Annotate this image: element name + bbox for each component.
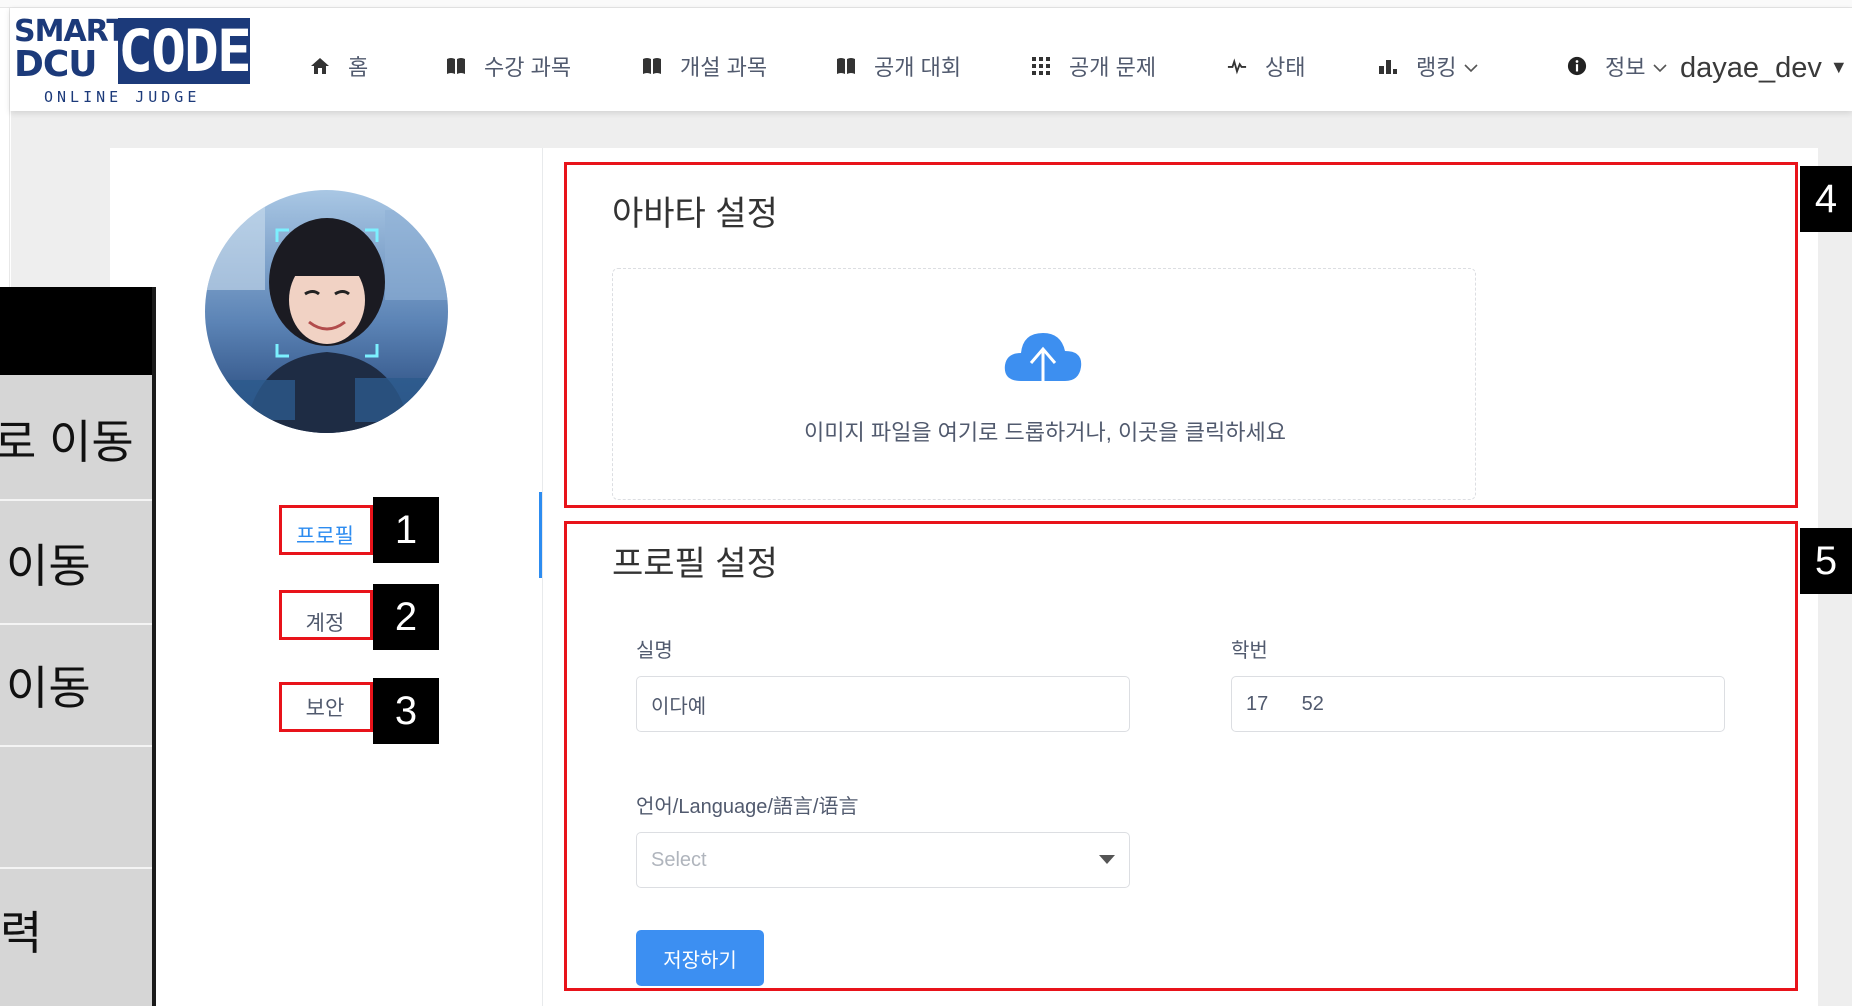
nav-home-label: 홈 <box>348 55 369 80</box>
nav-home[interactable]: 홈 <box>310 48 368 84</box>
annotation-box-account <box>279 590 373 640</box>
window-top-edge <box>0 0 1852 8</box>
chevron-down-icon <box>1653 53 1668 79</box>
tutorial-overlay-text: 로 이동 <box>0 416 134 468</box>
logo-subtitle: ONLINE JUDGE <box>44 88 201 106</box>
tutorial-overlay-text: 이동 <box>6 662 91 714</box>
tutorial-overlay-text: 력 <box>0 907 43 959</box>
upload-instruction-text: 이미지 파일을 여기로 드롭하거나, 이곳을 클릭하세요 <box>804 420 1286 445</box>
user-avatar <box>205 190 448 433</box>
active-menu-indicator <box>539 492 542 578</box>
book-icon <box>642 56 662 76</box>
nav-public-problems[interactable]: 공개 문제 <box>1031 48 1156 84</box>
nav-ranking[interactable]: 랭킹 <box>1378 48 1479 84</box>
real-name-label: 실명 <box>636 640 673 662</box>
profile-settings-title: 프로필 설정 <box>612 545 778 583</box>
top-navbar: SMART DCU CODE ONLINE JUDGE 홈 수강 과목 개설 과… <box>10 8 1852 111</box>
tutorial-overlay-item[interactable]: 력 <box>0 869 152 991</box>
bar-chart-icon <box>1378 56 1398 76</box>
site-logo[interactable]: SMART DCU CODE ONLINE JUDGE <box>14 16 252 108</box>
annotation-number-2: 2 <box>373 584 439 650</box>
book-icon <box>836 56 856 76</box>
settings-divider <box>542 148 543 1006</box>
language-select[interactable]: Select <box>636 832 1130 888</box>
logo-dcu-text: DCU <box>14 44 98 85</box>
pulse-icon <box>1227 56 1247 76</box>
tutorial-overlay-item[interactable]: 이동 <box>0 503 152 625</box>
annotation-box-security <box>279 682 373 732</box>
student-id-label: 학번 <box>1231 640 1268 662</box>
annotation-box-profile-settings <box>564 521 1798 991</box>
avatar-settings-title: 아바타 설정 <box>612 195 778 233</box>
grid-icon <box>1031 56 1051 76</box>
nav-open-courses[interactable]: 개설 과목 <box>642 48 767 84</box>
book-icon <box>446 56 466 76</box>
nav-public-contests-label: 공개 대회 <box>874 55 962 80</box>
nav-status-label: 상태 <box>1265 55 1306 80</box>
tutorial-overlay-item[interactable]: 로 이동 <box>0 379 152 501</box>
nav-info-label: 정보 <box>1605 55 1646 80</box>
annotation-number-3: 3 <box>373 678 439 744</box>
nav-info[interactable]: 정보 <box>1567 48 1668 84</box>
save-button[interactable]: 저장하기 <box>636 930 764 986</box>
tutorial-overlay-item[interactable]: 이동 <box>0 625 152 747</box>
cloud-upload-icon <box>1001 327 1085 391</box>
caret-down-icon <box>1099 855 1115 864</box>
nav-status[interactable]: 상태 <box>1227 48 1305 84</box>
language-label: 언어/Language/語言/语言 <box>636 796 859 818</box>
student-id-input[interactable]: 17 52 <box>1231 676 1725 732</box>
annotation-number-5: 5 <box>1800 528 1852 594</box>
tutorial-overlay-header <box>0 287 152 375</box>
user-menu[interactable]: dayae_dev ▼ <box>1680 52 1848 85</box>
caret-down-icon: ▼ <box>1829 57 1848 77</box>
annotation-number-1: 1 <box>373 497 439 563</box>
nav-open-courses-label: 개설 과목 <box>680 55 768 80</box>
annotation-box-profile <box>279 505 373 555</box>
avatar-upload-dropzone[interactable]: 이미지 파일을 여기로 드롭하거나, 이곳을 클릭하세요 <box>612 268 1476 500</box>
nav-ranking-label: 랭킹 <box>1416 55 1457 80</box>
real-name-input[interactable]: 이다예 <box>636 676 1130 732</box>
nav-public-contests[interactable]: 공개 대회 <box>836 48 961 84</box>
logo-code-text: CODE <box>118 17 252 85</box>
nav-public-problems-label: 공개 문제 <box>1069 55 1157 80</box>
tutorial-overlay-item[interactable] <box>0 747 152 869</box>
nav-enrolled-label: 수강 과목 <box>484 55 572 80</box>
info-icon <box>1567 56 1587 76</box>
tutorial-overlay-text: 이동 <box>6 540 91 592</box>
home-icon <box>310 56 330 76</box>
chevron-down-icon <box>1464 53 1479 79</box>
language-select-placeholder: Select <box>651 848 707 871</box>
nav-enrolled-courses[interactable]: 수강 과목 <box>446 48 571 84</box>
annotation-number-4: 4 <box>1800 166 1852 232</box>
username: dayae_dev <box>1680 52 1822 84</box>
tutorial-overlay-panel: 로 이동 이동 이동 력 <box>0 287 156 1006</box>
